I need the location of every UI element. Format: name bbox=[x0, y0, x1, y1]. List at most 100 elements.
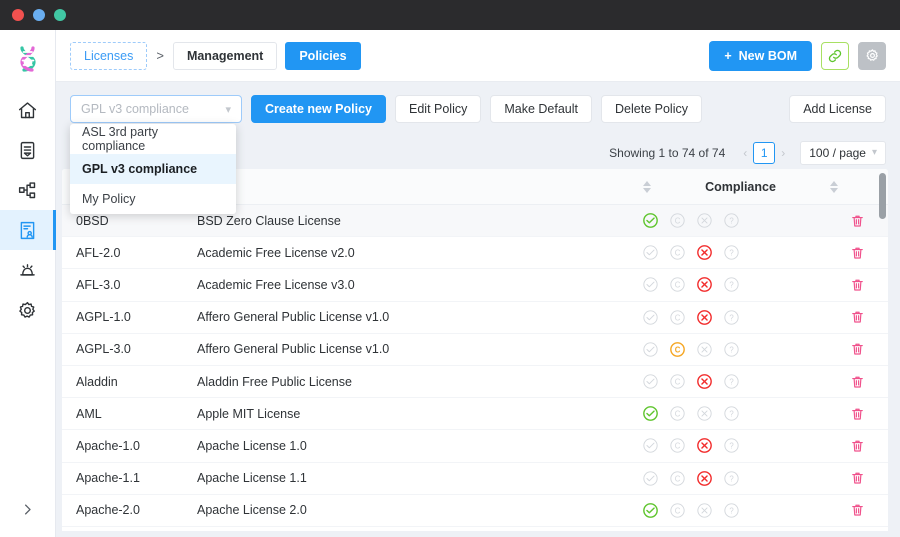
trash-icon[interactable] bbox=[850, 309, 865, 325]
dropdown-option[interactable]: My Policy bbox=[70, 184, 236, 214]
trash-icon[interactable] bbox=[850, 277, 865, 293]
link-button[interactable] bbox=[821, 42, 849, 70]
dropdown-option[interactable]: ASL 3rd party compliance bbox=[70, 124, 236, 154]
sidebar-item-alerts[interactable] bbox=[0, 250, 56, 290]
compliance-icon-unknown[interactable]: ? bbox=[723, 437, 740, 454]
compliance-icon-conditional[interactable]: C bbox=[669, 502, 686, 519]
breadcrumb-policies[interactable]: Policies bbox=[285, 42, 360, 70]
window-close-button[interactable] bbox=[12, 9, 24, 21]
compliance-icon-denied[interactable] bbox=[696, 244, 713, 261]
compliance-icon-denied[interactable] bbox=[696, 341, 713, 358]
compliance-icon-approved[interactable] bbox=[642, 309, 659, 326]
sidebar-item-settings[interactable] bbox=[0, 290, 56, 330]
compliance-icon-conditional[interactable]: C bbox=[669, 405, 686, 422]
compliance-icon-approved[interactable] bbox=[642, 276, 659, 293]
table-row[interactable]: Apache-1.1 Apache License 1.1 C ? bbox=[62, 463, 888, 495]
new-bom-button[interactable]: + New BOM bbox=[709, 41, 812, 71]
trash-icon[interactable] bbox=[850, 470, 865, 486]
edit-policy-button[interactable]: Edit Policy bbox=[395, 95, 481, 123]
compliance-icon-conditional[interactable]: C bbox=[669, 470, 686, 487]
trash-icon[interactable] bbox=[850, 245, 865, 261]
delete-row-button[interactable] bbox=[827, 277, 887, 293]
delete-row-button[interactable] bbox=[827, 374, 887, 390]
trash-icon[interactable] bbox=[850, 213, 865, 229]
compliance-icon-approved[interactable] bbox=[642, 405, 659, 422]
compliance-icon-unknown[interactable]: ? bbox=[723, 373, 740, 390]
sidebar-collapse-toggle[interactable] bbox=[0, 489, 56, 529]
table-row[interactable]: AGPL-3.0 Affero General Public License v… bbox=[62, 334, 888, 366]
page-number-1[interactable]: 1 bbox=[753, 142, 775, 164]
policy-select[interactable]: GPL v3 compliance ▾ bbox=[70, 95, 242, 123]
trash-icon[interactable] bbox=[850, 438, 865, 454]
compliance-icon-approved[interactable] bbox=[642, 212, 659, 229]
compliance-icon-denied[interactable] bbox=[696, 373, 713, 390]
table-row[interactable]: AML Apple MIT License C ? bbox=[62, 398, 888, 430]
window-minimize-button[interactable] bbox=[33, 9, 45, 21]
delete-row-button[interactable] bbox=[827, 309, 887, 325]
delete-row-button[interactable] bbox=[827, 502, 887, 518]
settings-button[interactable] bbox=[858, 42, 886, 70]
table-row[interactable]: Apache-1.0 Apache License 1.0 C ? bbox=[62, 430, 888, 462]
table-row[interactable]: Apache-2.0 Apache License 2.0 C ? bbox=[62, 495, 888, 527]
add-license-button[interactable]: Add License bbox=[789, 95, 886, 123]
delete-row-button[interactable] bbox=[827, 245, 887, 261]
prev-page-button[interactable]: ‹ bbox=[737, 146, 753, 160]
trash-icon[interactable] bbox=[850, 502, 865, 518]
delete-row-button[interactable] bbox=[827, 406, 887, 422]
table-scrollbar[interactable] bbox=[879, 169, 886, 495]
make-default-button[interactable]: Make Default bbox=[490, 95, 592, 123]
compliance-icon-conditional[interactable]: C bbox=[669, 276, 686, 293]
dropdown-option[interactable]: GPL v3 compliance bbox=[70, 154, 236, 184]
compliance-icon-conditional[interactable]: C bbox=[669, 341, 686, 358]
sort-icon-right[interactable] bbox=[830, 181, 838, 193]
sidebar-item-licenses[interactable] bbox=[0, 210, 56, 250]
compliance-icon-approved[interactable] bbox=[642, 373, 659, 390]
compliance-icon-unknown[interactable]: ? bbox=[723, 212, 740, 229]
compliance-icon-approved[interactable] bbox=[642, 502, 659, 519]
table-row[interactable]: AFL-3.0 Academic Free License v3.0 C ? bbox=[62, 269, 888, 301]
trash-icon[interactable] bbox=[850, 374, 865, 390]
compliance-icon-denied[interactable] bbox=[696, 470, 713, 487]
compliance-icon-approved[interactable] bbox=[642, 470, 659, 487]
page-size-select[interactable]: 100 / page ▾ bbox=[800, 141, 886, 165]
compliance-icon-denied[interactable] bbox=[696, 276, 713, 293]
compliance-icon-denied[interactable] bbox=[696, 502, 713, 519]
delete-row-button[interactable] bbox=[827, 438, 887, 454]
dna-logo-icon[interactable] bbox=[11, 42, 45, 76]
compliance-icon-approved[interactable] bbox=[642, 341, 659, 358]
compliance-icon-approved[interactable] bbox=[642, 244, 659, 261]
compliance-icon-denied[interactable] bbox=[696, 437, 713, 454]
scrollbar-thumb[interactable] bbox=[879, 173, 886, 219]
compliance-icon-conditional[interactable]: C bbox=[669, 437, 686, 454]
trash-icon[interactable] bbox=[850, 341, 865, 357]
sidebar-item-dependencies[interactable] bbox=[0, 170, 56, 210]
compliance-icon-unknown[interactable]: ? bbox=[723, 470, 740, 487]
compliance-icon-unknown[interactable]: ? bbox=[723, 502, 740, 519]
compliance-icon-denied[interactable] bbox=[696, 212, 713, 229]
delete-policy-button[interactable]: Delete Policy bbox=[601, 95, 702, 123]
compliance-icon-conditional[interactable]: C bbox=[669, 309, 686, 326]
delete-row-button[interactable] bbox=[827, 341, 887, 357]
compliance-icon-approved[interactable] bbox=[642, 437, 659, 454]
delete-row-button[interactable] bbox=[827, 213, 887, 229]
compliance-icon-conditional[interactable]: C bbox=[669, 244, 686, 261]
compliance-icon-unknown[interactable]: ? bbox=[723, 276, 740, 293]
sidebar-item-reports[interactable] bbox=[0, 130, 56, 170]
compliance-icon-denied[interactable] bbox=[696, 405, 713, 422]
compliance-icon-conditional[interactable]: C bbox=[669, 373, 686, 390]
column-header-compliance[interactable]: Compliance bbox=[648, 180, 833, 194]
table-row[interactable]: Aladdin Aladdin Free Public License C ? bbox=[62, 366, 888, 398]
table-row[interactable]: AFL-2.0 Academic Free License v2.0 C ? bbox=[62, 237, 888, 269]
compliance-icon-unknown[interactable]: ? bbox=[723, 341, 740, 358]
compliance-icon-conditional[interactable]: C bbox=[669, 212, 686, 229]
window-maximize-button[interactable] bbox=[54, 9, 66, 21]
trash-icon[interactable] bbox=[850, 406, 865, 422]
compliance-icon-denied[interactable] bbox=[696, 309, 713, 326]
compliance-icon-unknown[interactable]: ? bbox=[723, 405, 740, 422]
table-row[interactable]: AGPL-1.0 Affero General Public License v… bbox=[62, 302, 888, 334]
sort-icon-left[interactable] bbox=[643, 181, 651, 193]
create-policy-button[interactable]: Create new Policy bbox=[251, 95, 386, 123]
breadcrumb-management[interactable]: Management bbox=[173, 42, 277, 70]
breadcrumb-licenses[interactable]: Licenses bbox=[70, 42, 147, 70]
compliance-icon-unknown[interactable]: ? bbox=[723, 309, 740, 326]
